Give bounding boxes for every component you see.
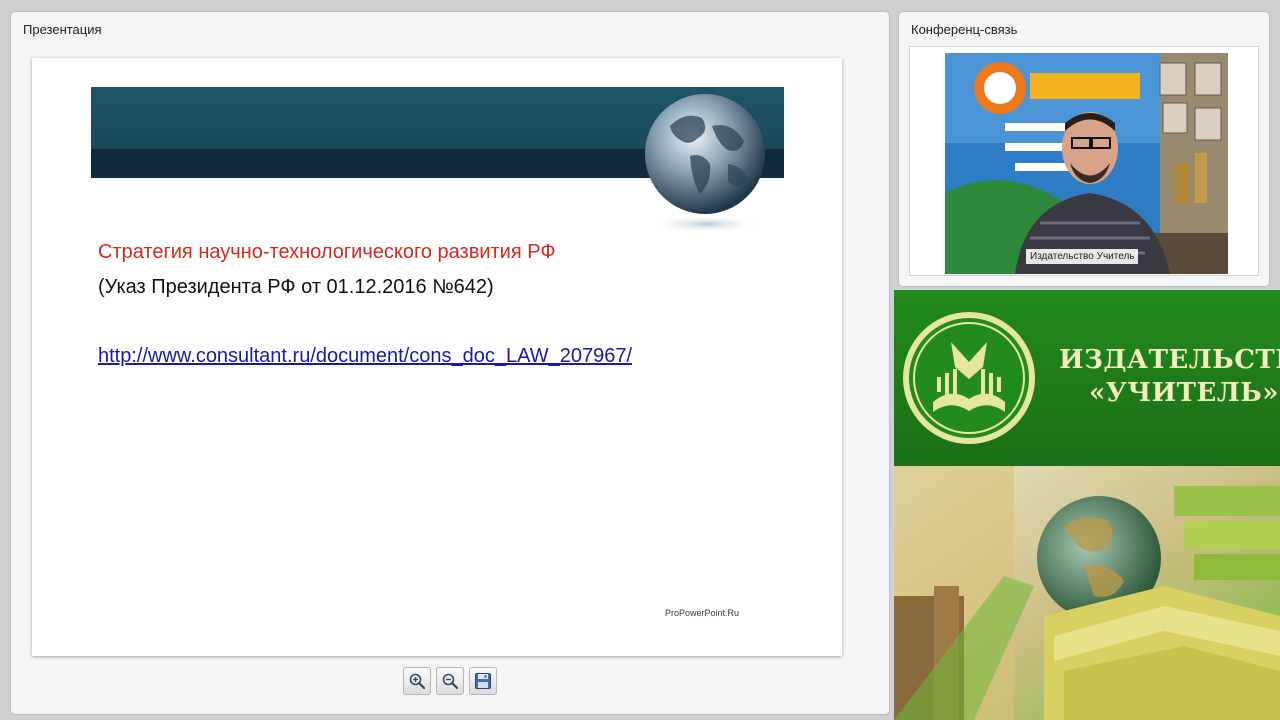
publisher-banner-top: ИЗДАТЕЛЬСТВО «УЧИТЕЛЬ»: [894, 290, 1280, 466]
video-image: [945, 53, 1228, 274]
zoom-in-button[interactable]: [403, 667, 431, 695]
presentation-panel: Презентация Стратегия научно-технологиче…: [11, 12, 889, 714]
presentation-panel-title: Презентация: [23, 22, 102, 37]
participant-video[interactable]: Издательство Учитель: [945, 53, 1228, 274]
slide-subtitle: (Указ Президента РФ от 01.12.2016 №642): [98, 276, 494, 298]
publisher-logo: [903, 312, 1035, 444]
zoom-out-button[interactable]: [436, 667, 464, 695]
publisher-name-line1: ИЗДАТЕЛЬСТВО: [1059, 345, 1280, 375]
zoom-out-icon: [442, 673, 459, 690]
participant-name: Издательство Учитель: [1026, 249, 1139, 264]
publisher-banner: ИЗДАТЕЛЬСТВО «УЧИТЕЛЬ»: [894, 290, 1280, 720]
conference-panel: Конференц-связь Издательство Учитель: [899, 12, 1269, 286]
publisher-name-line2: «УЧИТЕЛЬ»: [1089, 378, 1280, 408]
slide-title: Стратегия научно-технологического развит…: [98, 241, 556, 263]
publisher-books-image: [894, 466, 1280, 720]
conference-panel-title: Конференц-связь: [911, 22, 1018, 37]
save-icon: [475, 673, 491, 689]
video-container: Издательство Учитель: [909, 46, 1259, 276]
zoom-in-icon: [409, 673, 426, 690]
save-button[interactable]: [469, 667, 497, 695]
slide-link[interactable]: http://www.consultant.ru/document/cons_d…: [98, 345, 632, 368]
globe-icon: [645, 94, 765, 233]
slide-footer: ProPowerPoint.Ru: [665, 608, 740, 618]
slide: Стратегия научно-технологического развит…: [32, 58, 842, 656]
